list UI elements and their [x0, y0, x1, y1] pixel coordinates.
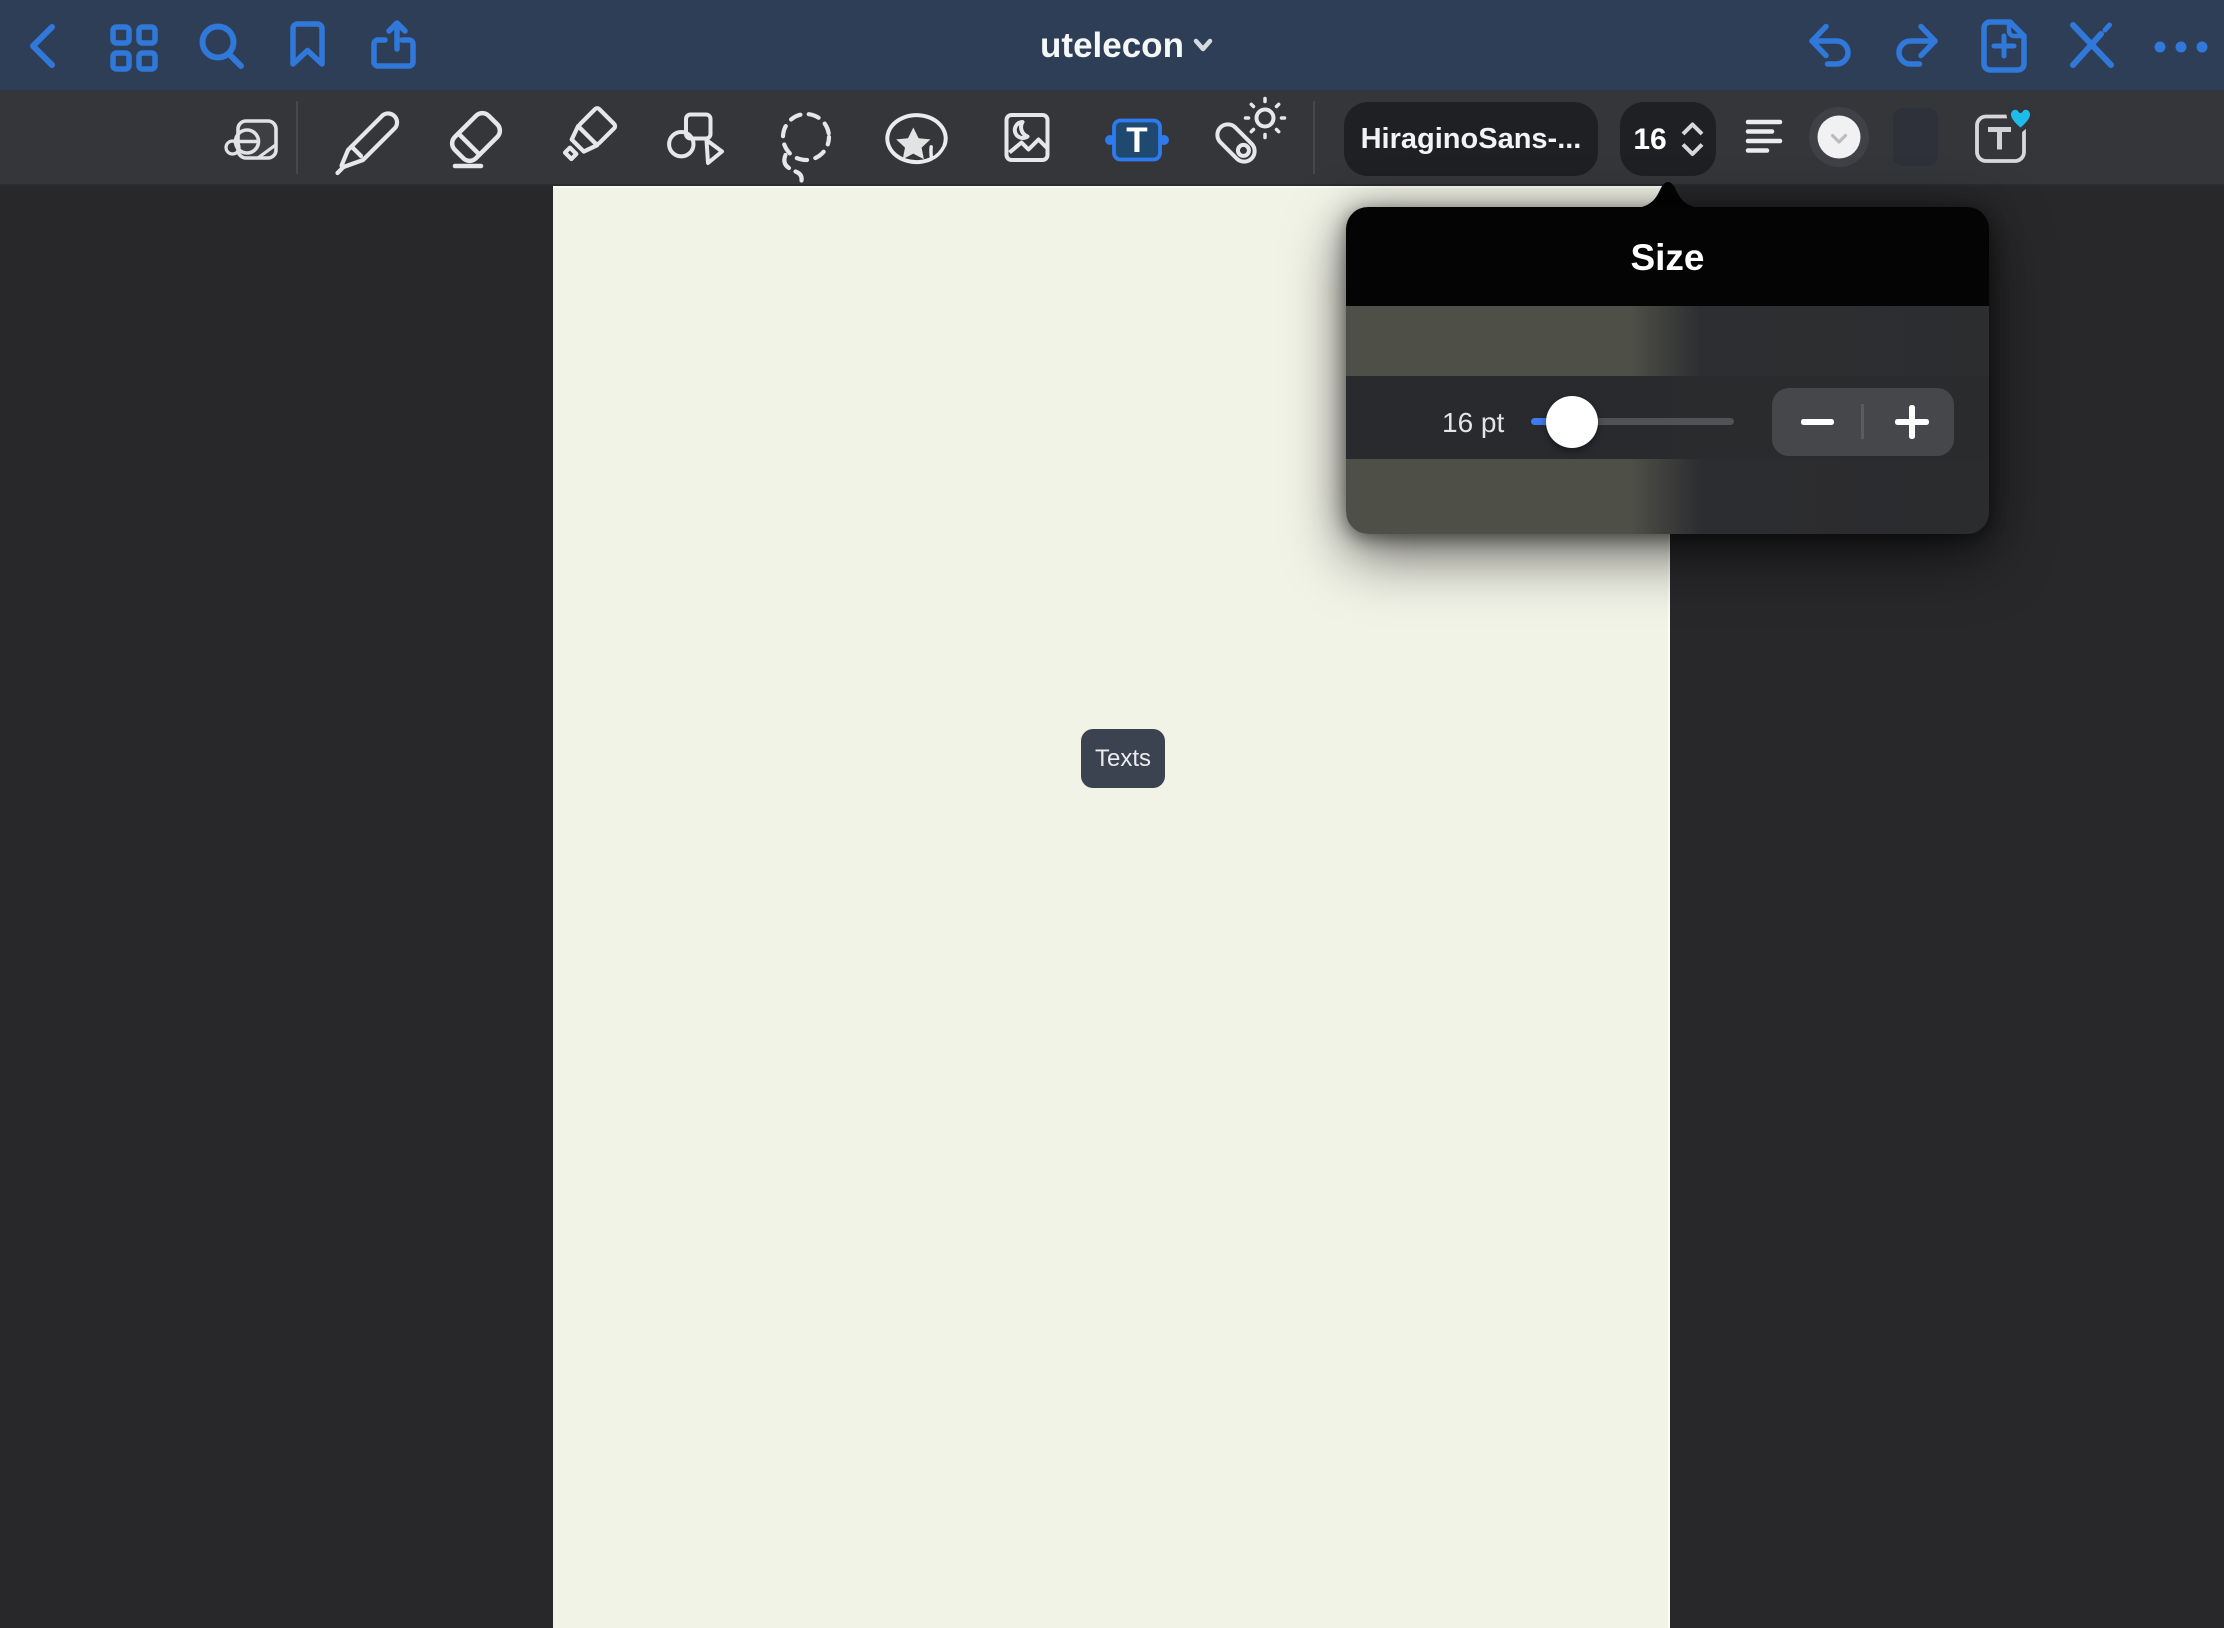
svg-text:utelecon: utelecon — [1040, 26, 1184, 65]
svg-text:T: T — [1126, 121, 1147, 160]
svg-text:16: 16 — [1633, 123, 1666, 156]
